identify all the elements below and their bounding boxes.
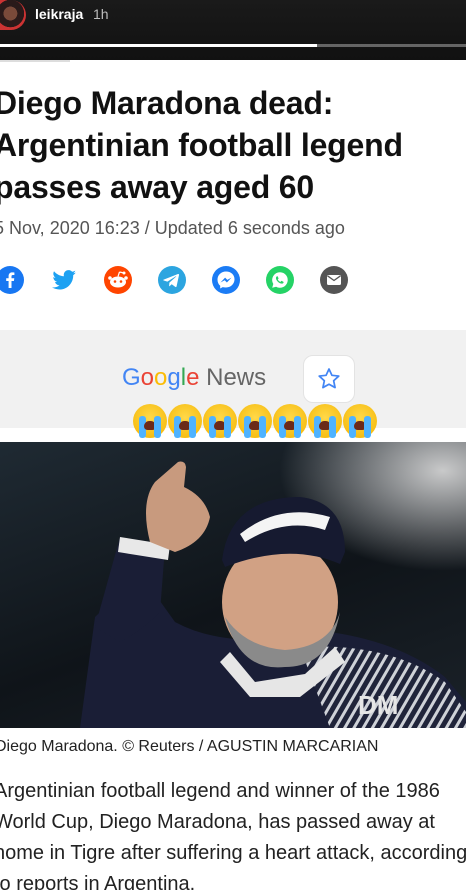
loudly-crying-face-emoji [273,404,307,438]
whatsapp-share-button[interactable] [256,256,304,304]
story-header: leikraja 1h [0,0,466,60]
avatar[interactable] [0,0,26,30]
reddit-share-button[interactable] [94,256,142,304]
loudly-crying-face-emoji [168,404,202,438]
loudly-crying-face-emoji [343,404,377,438]
story-timestamp: 1h [93,6,109,22]
loudly-crying-face-emoji [133,404,167,438]
twitter-icon [52,270,76,290]
story-progress-fill [0,44,317,47]
maradona-photo: DM [0,442,466,728]
messenger-share-button[interactable] [202,256,250,304]
email-share-button[interactable] [310,256,358,304]
article-body: Argentinian football legend and winner o… [0,780,466,890]
crying-emoji-sticker [133,404,377,438]
reddit-icon [104,266,132,294]
loudly-crying-face-emoji [203,404,237,438]
google-news-logo: Google News [122,364,266,392]
twitter-share-button[interactable] [40,256,88,304]
article-headline: Diego Maradona dead: Argentinian footbal… [0,85,403,205]
svg-text:DM: DM [358,690,398,720]
facebook-icon [0,266,24,294]
loudly-crying-face-emoji [238,404,272,438]
loudly-crying-face-emoji [308,404,342,438]
whatsapp-icon [266,266,294,294]
photo-caption: Diego Maradona. © Reuters / AGUSTIN MARC… [0,738,379,755]
article-card: Diego Maradona dead: Argentinian footbal… [0,60,466,890]
telegram-icon [158,266,186,294]
story-progress-bar [0,44,466,47]
article-photo: DM [0,442,466,728]
news-label: News [206,364,267,391]
share-buttons [0,256,466,306]
email-icon [320,266,348,294]
follow-button[interactable] [303,355,355,403]
divider [0,60,70,62]
article-dateline: 5 Nov, 2020 16:23 / Updated 6 seconds ag… [0,218,345,238]
google-logo-text: Google [122,364,200,391]
telegram-share-button[interactable] [148,256,196,304]
messenger-icon [212,266,240,294]
username[interactable]: leikraja [35,6,83,22]
facebook-share-button[interactable] [0,256,34,304]
star-icon [318,368,340,389]
